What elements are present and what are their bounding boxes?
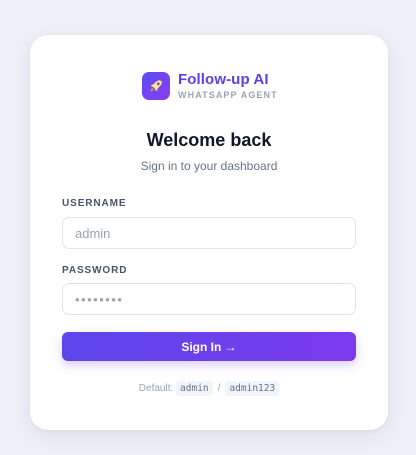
sign-in-button[interactable]: Sign In →: [62, 332, 356, 361]
password-input[interactable]: [62, 283, 356, 315]
rocket-icon: [142, 72, 170, 100]
default-prefix: Default:: [138, 383, 174, 394]
login-card: Follow-up AI WHATSAPP AGENT Welcome back…: [30, 35, 388, 430]
username-label: USERNAME: [62, 198, 127, 209]
page-subtitle: Sign in to your dashboard: [140, 159, 278, 173]
default-password: admin123: [225, 381, 280, 396]
default-separator: /: [217, 383, 221, 394]
default-username: admin: [176, 381, 213, 396]
brand-name: Follow-up AI: [178, 71, 269, 88]
username-input[interactable]: [62, 217, 356, 249]
default-credentials: Default: admin / admin123: [30, 381, 388, 396]
brand-subtitle: WHATSAPP AGENT: [178, 90, 278, 100]
brand: Follow-up AI WHATSAPP AGENT: [142, 72, 278, 100]
password-label: PASSWORD: [62, 265, 128, 276]
page-title: Welcome back: [146, 130, 272, 150]
